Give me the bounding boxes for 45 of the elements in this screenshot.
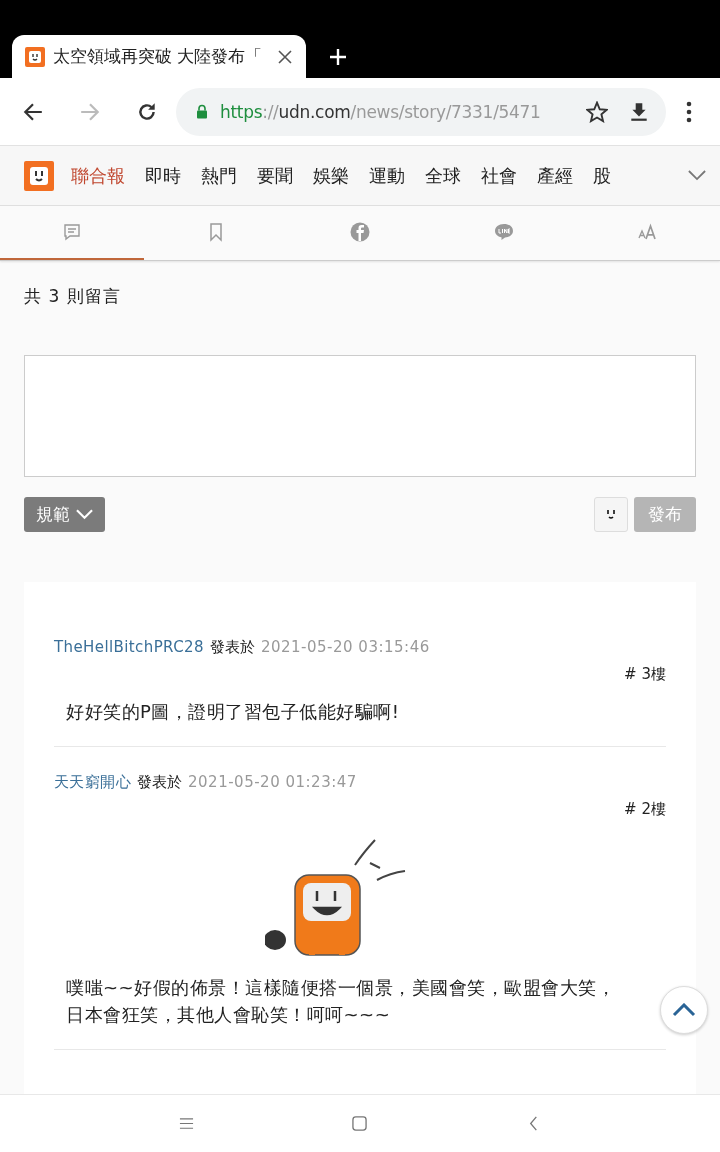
floor-number: # 2樓	[624, 800, 666, 819]
reload-icon[interactable]	[136, 100, 158, 123]
author-link[interactable]: TheHellBitchPRC28	[54, 638, 204, 656]
author-link[interactable]: 天天窮開心	[54, 773, 131, 792]
nav-link[interactable]: 社會	[481, 163, 517, 188]
comment-count: 共 3 則留言	[24, 285, 122, 308]
chat-bubble-icon	[494, 222, 514, 242]
home-square-icon[interactable]	[352, 1116, 368, 1131]
nav-link[interactable]: 娛樂	[313, 163, 349, 188]
nav-link[interactable]: 即時	[145, 163, 181, 188]
browser-tab[interactable]: 太空領域再突破 大陸發布「	[12, 35, 306, 78]
tab-title: 太空領域再突破 大陸發布「	[53, 45, 264, 68]
chevron-down-icon[interactable]	[688, 170, 706, 181]
comment-text: 噗嗤~~好假的佈景！這樣隨便搭一個景，美國會笑，歐盟會大笑，日本會狂笑，其他人會恥笑！呵呵~~~	[65, 976, 617, 1027]
star-icon[interactable]	[586, 100, 608, 123]
rules-dropdown-button[interactable]: 規範	[24, 497, 105, 532]
chevron-up-icon	[672, 1003, 696, 1017]
nav-link[interactable]: 全球	[425, 163, 461, 188]
site-logo-icon	[25, 46, 45, 67]
comment-icon	[62, 222, 82, 242]
comment-text: 好好笑的P圖，證明了習包子低能好騙啊!	[65, 700, 401, 724]
lock-icon	[196, 104, 208, 119]
post-time: 2021-05-20 01:23:47	[188, 773, 357, 791]
more-menu-icon[interactable]	[686, 100, 692, 123]
chevron-down-icon	[76, 509, 93, 520]
nav-link[interactable]: 熱門	[201, 163, 237, 188]
download-icon[interactable]	[628, 100, 650, 123]
site-logo-icon[interactable]	[24, 160, 54, 191]
post-time: 2021-05-20 03:15:46	[260, 638, 430, 656]
floor-number: # 3樓	[624, 665, 666, 684]
address-bar[interactable]: https://udn.com/news/story/7331/5471	[176, 87, 666, 136]
comment-input-field[interactable]	[24, 355, 696, 477]
font-size-icon	[638, 222, 658, 242]
posted-label: 發表於	[137, 773, 182, 792]
posted-label: 發表於	[209, 638, 255, 657]
nav-link[interactable]: 要聞	[257, 163, 293, 188]
close-icon[interactable]	[278, 49, 292, 64]
new-tab-icon[interactable]	[329, 47, 347, 66]
nav-link[interactable]: 股	[593, 163, 614, 188]
url-text: https://udn.com/news/story/7331/5471	[220, 101, 542, 122]
facebook-icon	[350, 222, 370, 242]
nav-link[interactable]: 運動	[369, 163, 405, 188]
nav-link[interactable]: 產經	[537, 163, 573, 188]
menu-icon[interactable]	[179, 1116, 195, 1131]
brand-link[interactable]: 聯合報	[71, 163, 125, 188]
